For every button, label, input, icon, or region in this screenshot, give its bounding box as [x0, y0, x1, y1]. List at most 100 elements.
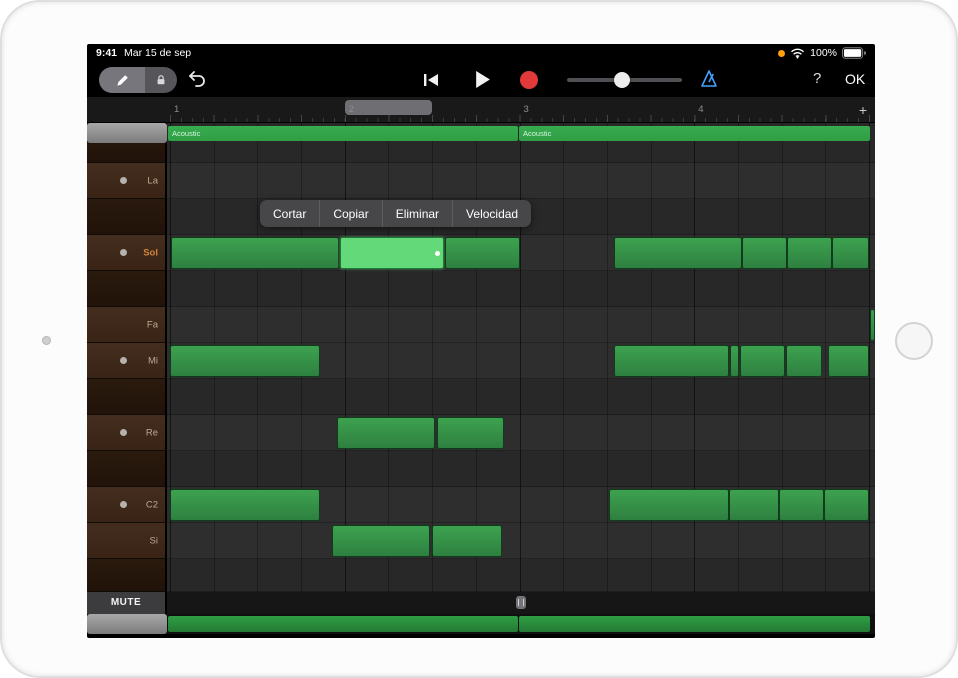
- note[interactable]: [824, 489, 869, 521]
- region-label: Acoustic: [172, 129, 201, 138]
- note-length-handle[interactable]: [435, 250, 440, 256]
- status-right: 100%: [778, 47, 866, 59]
- note[interactable]: [729, 489, 779, 521]
- note[interactable]: [870, 309, 875, 341]
- note[interactable]: [730, 345, 739, 377]
- home-button[interactable]: [895, 322, 933, 360]
- key-dot: [120, 501, 127, 508]
- note[interactable]: [742, 237, 787, 269]
- grid-line: [825, 123, 827, 592]
- grid-line: [519, 123, 521, 592]
- piano-keys-column: La Sol Fa Mi Re C2 Si: [87, 123, 167, 592]
- note[interactable]: [614, 237, 742, 269]
- overview-region[interactable]: [519, 616, 870, 632]
- note[interactable]: [614, 345, 729, 377]
- edit-tool-toggle[interactable]: [99, 67, 177, 93]
- piano-key-black[interactable]: [87, 379, 165, 415]
- note[interactable]: [740, 345, 785, 377]
- mute-button[interactable]: MUTE: [87, 592, 167, 614]
- mute-row: MUTE: [87, 592, 875, 614]
- toolbar: ? OK: [87, 62, 875, 97]
- note[interactable]: [445, 237, 520, 269]
- status-time: 9:41: [96, 47, 118, 59]
- piano-key-fa[interactable]: Fa: [87, 307, 165, 343]
- grid-line: [388, 123, 390, 592]
- wifi-icon: [790, 48, 805, 59]
- piano-key-black[interactable]: [87, 451, 165, 487]
- battery-percent: 100%: [810, 47, 837, 59]
- key-label: C2: [145, 499, 158, 510]
- slider-thumb[interactable]: [614, 72, 631, 88]
- add-measure-button[interactable]: +: [859, 102, 867, 118]
- grid-line: [475, 123, 477, 592]
- overview-region[interactable]: [168, 616, 518, 632]
- note-grid[interactable]: Acoustic Acoustic: [167, 123, 875, 592]
- measure-number: 2: [348, 104, 355, 115]
- piano-roll: Acoustic Acoustic La Sol Fa Mi Re C2 Si Cortar C…: [87, 123, 875, 592]
- skip-to-start-icon[interactable]: [421, 72, 441, 88]
- piano-key-c2[interactable]: C2: [87, 487, 165, 523]
- volume-slider[interactable]: [567, 70, 682, 90]
- pencil-icon[interactable]: [99, 67, 145, 93]
- key-label: La: [147, 175, 158, 186]
- context-menu-copiar[interactable]: Copiar: [320, 200, 383, 227]
- note[interactable]: [828, 345, 869, 377]
- note[interactable]: [170, 345, 320, 377]
- measure-number: 1: [174, 104, 180, 115]
- grid-row[interactable]: [167, 307, 875, 343]
- piano-key-mi[interactable]: Mi: [87, 343, 165, 379]
- ruler-ticks-beat: [170, 115, 870, 122]
- track-overview-row: [87, 614, 875, 634]
- piano-key-black[interactable]: [87, 199, 165, 235]
- grid-row[interactable]: [167, 559, 875, 592]
- grid-row[interactable]: [167, 379, 875, 415]
- piano-key-black[interactable]: [87, 559, 165, 592]
- note[interactable]: [779, 489, 824, 521]
- region-label: Acoustic: [523, 129, 552, 138]
- note[interactable]: [437, 417, 504, 449]
- ruler-selection-highlight[interactable]: [345, 100, 432, 115]
- region-bar[interactable]: Acoustic: [168, 126, 518, 141]
- timeline-ruler[interactable]: 1 2 3 4 +: [87, 97, 875, 123]
- metronome-icon[interactable]: [699, 69, 719, 89]
- help-button[interactable]: ?: [813, 70, 821, 87]
- grid-row[interactable]: [167, 271, 875, 307]
- key-dot: [120, 177, 127, 184]
- note[interactable]: [609, 489, 729, 521]
- piano-key-si[interactable]: Si: [87, 523, 165, 559]
- note[interactable]: [337, 417, 435, 449]
- keys-scroll-cap: [87, 123, 167, 143]
- piano-key-re[interactable]: Re: [87, 415, 165, 451]
- grid-row[interactable]: [167, 451, 875, 487]
- note[interactable]: [432, 525, 502, 557]
- play-icon[interactable]: [474, 70, 491, 89]
- grid-row[interactable]: [167, 163, 875, 199]
- status-date: Mar 15 de sep: [124, 47, 192, 59]
- note[interactable]: [170, 489, 320, 521]
- context-menu-eliminar[interactable]: Eliminar: [383, 200, 454, 227]
- playhead-handle[interactable]: [516, 596, 526, 609]
- grid-row[interactable]: [167, 415, 875, 451]
- ipad-device-frame: 9:41 Mar 15 de sep 100% ? OK 1 2 3 4 + A…: [0, 0, 958, 678]
- note[interactable]: [332, 525, 430, 557]
- key-label: Sol: [143, 247, 158, 258]
- grid-row[interactable]: [167, 523, 875, 559]
- piano-key-sol[interactable]: Sol: [87, 235, 165, 271]
- ok-button[interactable]: OK: [845, 71, 865, 87]
- piano-key-la[interactable]: La: [87, 163, 165, 199]
- context-menu-velocidad[interactable]: Velocidad: [453, 200, 531, 227]
- lock-icon[interactable]: [145, 67, 177, 93]
- record-button[interactable]: [520, 71, 538, 89]
- undo-icon[interactable]: [187, 69, 207, 87]
- note[interactable]: [786, 345, 822, 377]
- region-bar[interactable]: Acoustic: [519, 126, 870, 141]
- note[interactable]: [787, 237, 832, 269]
- note[interactable]: [832, 237, 869, 269]
- key-label: Si: [149, 535, 158, 546]
- context-menu-cortar[interactable]: Cortar: [260, 200, 321, 227]
- piano-key-black[interactable]: [87, 271, 165, 307]
- key-dot: [120, 357, 127, 364]
- note[interactable]: [171, 237, 339, 269]
- grid-line: [869, 123, 870, 592]
- selected-note[interactable]: [340, 237, 444, 269]
